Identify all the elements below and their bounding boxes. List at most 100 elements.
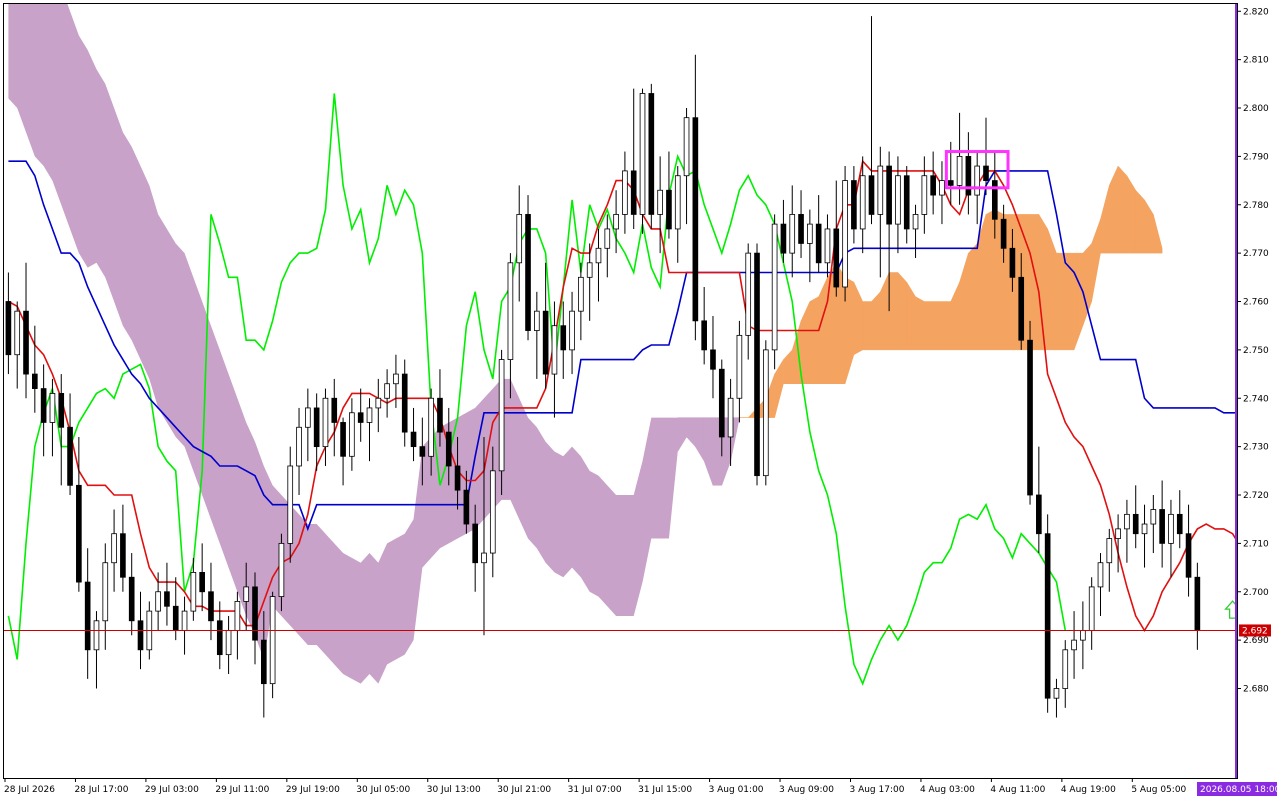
candle-bear — [454, 465, 461, 491]
candle-bear — [666, 189, 672, 230]
candle-bull — [93, 620, 100, 651]
time-tick-label: 28 Jul 17:00 — [74, 785, 128, 795]
candle-bear — [260, 639, 267, 685]
candle-bull — [727, 397, 734, 438]
time-tick-label: 4 Aug 19:00 — [1061, 785, 1116, 795]
candle-bear — [1000, 218, 1007, 249]
cloud-segment — [818, 277, 828, 384]
price-chart-svg: 2.820 2.810 2.800 2.790 2.780 2.770 2.760 2.750… — [0, 0, 1280, 800]
cloud-segment — [809, 296, 819, 384]
candle-bear — [718, 368, 725, 438]
candle-bull — [613, 214, 619, 230]
candle-bear — [930, 175, 936, 196]
candle-bull — [877, 165, 884, 215]
candle-bull — [534, 310, 540, 331]
candle-bull — [586, 262, 593, 278]
cloud-segment — [1056, 252, 1066, 351]
candle-bull — [551, 325, 558, 375]
candle-bull — [225, 630, 232, 656]
candle-bear — [445, 431, 452, 467]
candle-bull — [639, 93, 646, 215]
candle-bull — [1053, 688, 1060, 699]
candle-bull — [366, 407, 373, 423]
candle-bull — [683, 117, 690, 177]
price-tick-label: 2.740 — [1243, 394, 1269, 404]
cloud-segment — [968, 242, 978, 351]
candle-bull — [1106, 538, 1113, 564]
candle-bear — [1176, 513, 1183, 535]
price-tick-label: 2.790 — [1243, 152, 1269, 162]
candle-bear — [815, 223, 822, 264]
candle-bear — [701, 320, 707, 351]
candle-bear — [1009, 247, 1016, 278]
time-tick-label: 31 Jul 15:00 — [638, 785, 692, 795]
candle-bull — [1080, 630, 1086, 641]
candle-bear — [164, 591, 170, 607]
candle-bull — [859, 175, 866, 230]
candle-bear — [630, 170, 637, 215]
candle-bear — [419, 446, 426, 457]
candle-bear — [208, 591, 214, 622]
candle-bull — [674, 175, 681, 230]
candle-bull — [296, 426, 302, 467]
candle-bull — [745, 252, 752, 336]
candle-bear — [357, 412, 364, 423]
cloud-segment — [1029, 214, 1040, 351]
cloud-segment — [871, 291, 881, 351]
candle-bull — [489, 470, 496, 554]
candle-bull — [762, 349, 769, 477]
cloud-segment — [915, 296, 925, 351]
candle-bull — [278, 542, 285, 597]
candle-bull — [190, 572, 197, 612]
candle-bull — [516, 214, 523, 264]
current-price-label: 2.692 — [1242, 626, 1268, 636]
candle-bull — [349, 412, 355, 457]
cloud-segment — [897, 271, 907, 351]
candle-bull — [481, 552, 487, 564]
candle-bear — [313, 407, 320, 448]
price-tick-label: 2.700 — [1243, 588, 1269, 598]
candle-bull — [736, 334, 743, 399]
candle-bull — [789, 214, 796, 254]
candle-bull — [322, 397, 329, 448]
candle-bull — [974, 165, 981, 196]
candle-bear — [851, 180, 857, 230]
time-marker-label: 2026.08.05 18:00 — [1200, 785, 1280, 795]
candle-bear — [754, 252, 760, 477]
candle-bull — [287, 465, 294, 544]
time-tick-label: 3 Aug 17:00 — [849, 785, 904, 795]
candle-bear — [401, 373, 408, 433]
candle-bull — [1115, 528, 1121, 539]
candle-bear — [648, 93, 655, 215]
time-tick-label: 28 Jul 2026 — [4, 785, 55, 795]
candle-bull — [305, 407, 311, 428]
candle-bull — [824, 228, 831, 264]
candle-bear — [137, 620, 144, 651]
candle-bull — [155, 591, 161, 612]
candle-bear — [463, 489, 470, 525]
candle-bull — [1141, 523, 1148, 535]
candle-bear — [798, 214, 804, 244]
time-tick-label: 31 Jul 07:00 — [568, 785, 622, 795]
candle-bull — [384, 383, 390, 399]
candle-bear — [410, 431, 417, 448]
cloud-segment — [1135, 189, 1145, 254]
time-tick-label: 4 Aug 11:00 — [990, 785, 1045, 795]
candle-bear — [710, 349, 716, 370]
candle-bear — [983, 165, 989, 181]
cloud-segment — [1117, 165, 1128, 254]
candle-bear — [172, 605, 179, 631]
candle-bull — [1062, 649, 1069, 689]
candle-bull — [604, 228, 611, 249]
candle-bear — [76, 484, 82, 583]
candle-bull — [1168, 513, 1174, 544]
candle-bear — [1194, 576, 1201, 631]
candle-bear — [692, 117, 699, 322]
candle-bear — [833, 228, 840, 288]
candle-bull — [595, 247, 602, 264]
candle-bear — [67, 426, 73, 486]
candle-bear — [560, 325, 567, 351]
candle-bear — [32, 373, 38, 389]
candle-bear — [58, 393, 65, 428]
time-tick-label: 3 Aug 01:00 — [709, 785, 764, 795]
